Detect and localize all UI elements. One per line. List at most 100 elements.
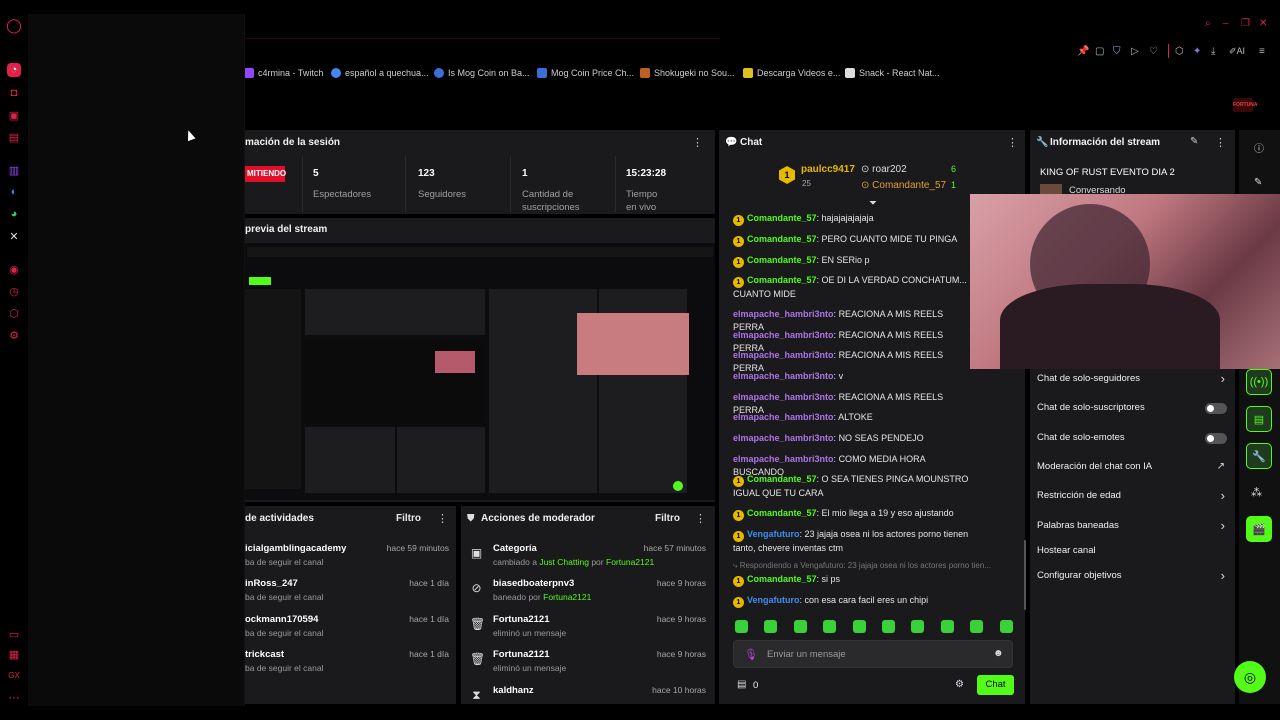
bookmark-item[interactable]: Shokugeki no Sou... [640,66,735,80]
search-icon[interactable]: ⌕ [1205,18,1211,29]
mod-action-row[interactable]: ⊘ biasedboaterpnv3 baneado por Fortuna2121… [466,578,710,612]
activity-row[interactable]: inRoss_247 ba de seguir el canal hace 1 dí… [245,578,455,612]
mod-action-row[interactable]: ⧗ kaldhanz hace 10 horas [466,685,710,719]
chat-username[interactable]: Vengafuturo [747,595,800,605]
chat-username[interactable]: elmapache_hambri3nto [733,454,834,464]
chat-username[interactable]: elmapache_hambri3nto [733,330,834,340]
emote-icon[interactable] [735,620,748,633]
help-chat-icon[interactable]: ◎ [1234,661,1266,693]
ai-icon[interactable]: ◔ [7,63,21,77]
toggle-switch[interactable] [1205,433,1227,444]
activity-row[interactable]: ockmann170594 ba de seguir el canal hace 1… [245,614,455,648]
more-options-icon[interactable]: ⋮ [1215,136,1226,149]
chat-username[interactable]: Comandante_57 [747,213,817,223]
chat-username[interactable]: elmapache_hambri3nto [733,350,834,360]
setting-age-restriction[interactable]: Restricción de edad › [1037,488,1229,508]
layout-icon[interactable]: ▤ [1246,406,1272,432]
setting-host-channel[interactable]: Hostear canal [1037,545,1229,563]
bookmark-item[interactable]: Descarga Videos e... [743,66,840,80]
twitch-icon[interactable]: ▥ [7,163,21,177]
box-icon[interactable]: ▣ [7,108,21,122]
emote-icon[interactable] [911,620,925,633]
mod-action-row[interactable]: ▣ Categoría cambiado a Just Chatting por F… [466,543,710,577]
pin-icon[interactable]: 📌 [1077,46,1089,57]
emoji-icon[interactable]: ☻ [993,648,1004,659]
close-icon[interactable]: ✕ [1259,18,1267,29]
mod-action-row[interactable]: 🗑 Fortuna2121 eliminó un mensaje hace 9 hor… [466,614,710,648]
minimize-icon[interactable]: – [1223,18,1229,29]
more-options-icon[interactable]: ⋮ [437,512,448,525]
emote-icon[interactable] [970,620,984,633]
chat-username[interactable]: Comandante_57 [747,508,817,518]
nodes-icon[interactable]: ⁂ [1251,486,1262,499]
menu-icon[interactable]: ≡ [1259,46,1265,57]
top-gifter-name[interactable]: paulcc9417 [801,164,855,175]
setting-subscribers-only[interactable]: Chat de solo-suscriptores [1037,402,1229,420]
wrench-icon[interactable]: 🔧 [1246,443,1272,469]
maximize-icon[interactable]: ❐ [1241,18,1250,29]
emote-icon[interactable] [999,620,1013,633]
emote-icon[interactable] [882,620,895,633]
chat-username[interactable]: elmapache_hambri3nto [733,392,834,402]
more-icon[interactable]: ⋯ [7,690,21,704]
history-icon[interactable]: ◷ [7,284,21,298]
messenger-icon[interactable]: ◐ [7,185,21,199]
more-options-icon[interactable]: ⋮ [695,512,706,525]
chat-username[interactable]: elmapache_hambri3nto [733,412,834,422]
bookmark-item[interactable]: español a quechua... [331,66,429,80]
clapperboard-icon[interactable]: 🎬 [1246,516,1272,542]
extensions-icon[interactable]: ⬡ [7,306,21,320]
pen-icon[interactable]: ✎ [1254,177,1262,188]
emote-icon[interactable] [823,620,837,633]
setting-goals[interactable]: Configurar objetivos › [1037,568,1229,588]
x-icon[interactable]: ✕ [7,229,21,243]
info-icon[interactable]: ⓘ [1254,140,1264,155]
play-icon[interactable]: ▷ [1131,46,1139,57]
gifter-name[interactable]: ⊙ Comandante_57 [861,180,946,191]
more-options-icon[interactable]: ⋮ [692,136,703,149]
emote-icon[interactable] [940,620,954,633]
setting-ai-moderation[interactable]: Moderación del chat con IA ↗ [1037,461,1229,479]
edit-icon[interactable]: ✎ [1190,136,1198,147]
activity-row[interactable]: trickcast ba de seguir el canal hace 1 día [245,649,455,683]
chat-scrollbar[interactable] [1024,540,1026,610]
gifter-name[interactable]: ⊙ roar202 [861,164,907,175]
activity-row[interactable]: icialgamblingacademy ba de seguir el cana… [245,543,455,577]
whatsapp-icon[interactable]: ◕ [7,207,21,221]
emote-icon[interactable] [793,620,807,633]
chat-username[interactable]: Vengafuturo [747,529,800,539]
snapshot-icon[interactable]: ▢ [1095,46,1104,57]
setting-banned-words[interactable]: Palabras baneadas › [1037,518,1229,538]
chat-username[interactable]: Comandante_57 [747,574,817,584]
chat-username[interactable]: Comandante_57 [747,234,817,244]
gaming-icon[interactable]: ▦ [7,647,21,661]
chat-username[interactable]: elmapache_hambri3nto [733,371,834,381]
stream-video[interactable] [245,243,715,500]
settings-icon[interactable]: ⚙ [7,328,21,342]
bookmark-item[interactable]: c4rmina - Twitch [244,66,323,80]
player-icon[interactable]: ◉ [7,262,21,276]
bookmark-item[interactable]: Snack - React Nat... [845,66,940,80]
vpn-icon[interactable]: ✦ [1193,46,1201,57]
emote-icon[interactable] [764,620,778,633]
chat-settings-icon[interactable]: ⚙ [955,679,964,690]
microphone-icon[interactable]: 🎙 [744,648,758,661]
chat-username[interactable]: Comandante_57 [747,474,817,484]
mod-action-row[interactable]: 🗑 Fortuna2121 eliminó un mensaje hace 9 hor… [466,649,710,683]
setting-emotes-only[interactable]: Chat de solo-emotes [1037,432,1229,450]
filter-button[interactable]: Filtro [396,513,421,524]
gx-icon[interactable]: GX [7,668,21,682]
bookmark-item[interactable]: Mog Coin Price Ch... [537,66,634,80]
ai-toolbar-icon[interactable]: ✐AI [1229,46,1245,57]
shield-icon[interactable]: ⛉ [1113,46,1121,57]
chat-username[interactable]: elmapache_hambri3nto [733,309,834,319]
more-options-icon[interactable]: ⋮ [1007,136,1018,149]
emote-icon[interactable] [852,620,866,633]
chat-username[interactable]: Comandante_57 [747,255,817,265]
points-icon[interactable]: ▤ [737,679,746,690]
bookmark-item[interactable]: Is Mog Coin on Ba... [434,66,530,80]
setting-followers-only[interactable]: Chat de solo-seguidores › [1037,371,1229,391]
broadcast-icon[interactable]: ((•)) [1246,369,1272,395]
toggle-switch[interactable] [1205,403,1227,414]
opera-logo-icon[interactable]: ◯ [6,17,22,33]
